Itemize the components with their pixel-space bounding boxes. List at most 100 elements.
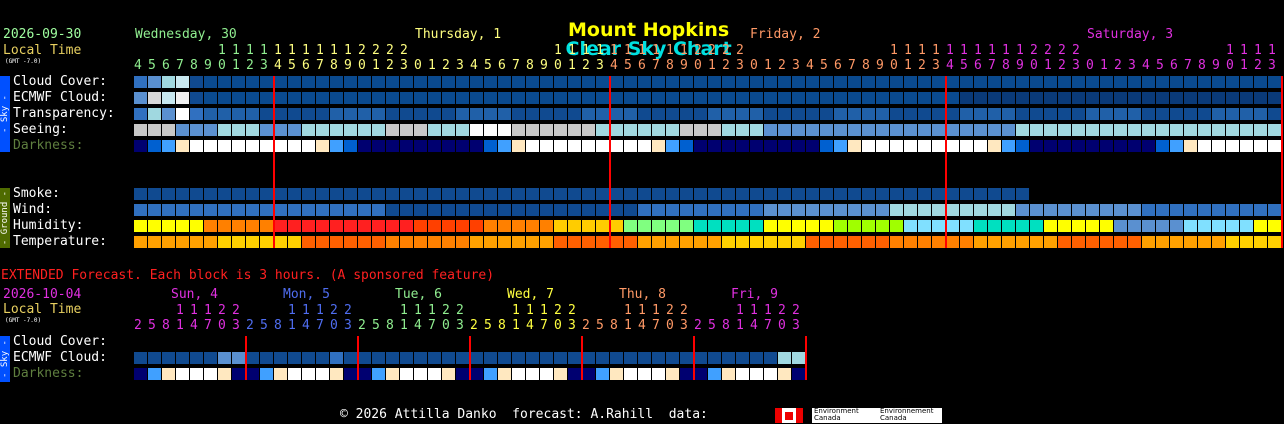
ext-hour-tens-digit: 1 [288, 303, 296, 318]
ext-hour-tens-digit: 1 [400, 303, 408, 318]
hour-tens-digit: 1 [988, 43, 996, 58]
hour-digit: 0 [694, 58, 702, 73]
cloud-cover-block [988, 76, 1001, 88]
ecmwf-cloud-block [1072, 92, 1085, 104]
humidity-block [1100, 220, 1113, 232]
ecmwf-cloud-block [1226, 92, 1239, 104]
cloud-cover-block [624, 76, 637, 88]
cloud-cover-block [1198, 76, 1211, 88]
hour-digit: 9 [1212, 58, 1220, 73]
temperature-block [190, 236, 203, 248]
hour-digit: 8 [526, 58, 534, 73]
hour-digit: 8 [1002, 58, 1010, 73]
darkness-block [1002, 140, 1015, 152]
seeing-block [316, 124, 329, 136]
transparency-block [596, 108, 609, 120]
seeing-block [442, 124, 455, 136]
wind-block [414, 204, 427, 216]
hour-digit: 3 [260, 58, 268, 73]
darkness-block [512, 140, 525, 152]
seeing-block [176, 124, 189, 136]
ext-darkness-block [134, 368, 147, 380]
hour-digit: 6 [498, 58, 506, 73]
hour-digit: 3 [400, 58, 408, 73]
ecmwf-cloud-block [960, 92, 973, 104]
transparency-block [918, 108, 931, 120]
cloud-cover-block [750, 76, 763, 88]
darkness-block [694, 140, 707, 152]
smoke-block [302, 188, 315, 200]
ext-hour-digit: 2 [134, 318, 142, 333]
cloud-cover-block [652, 76, 665, 88]
ext-hour-digit: 8 [498, 318, 506, 333]
wind-block [1072, 204, 1085, 216]
darkness-block [162, 140, 175, 152]
humidity-block [484, 220, 497, 232]
cloud-cover-block [1100, 76, 1113, 88]
humidity-block [232, 220, 245, 232]
ecmwf-cloud-block [1086, 92, 1099, 104]
ext-hour-digit: 0 [218, 318, 226, 333]
cloud-cover-block [176, 76, 189, 88]
humidity-block [428, 220, 441, 232]
wind-block [610, 204, 623, 216]
wind-block [400, 204, 413, 216]
ext-hour-digit: 8 [274, 318, 282, 333]
hour-tens-digit: 1 [918, 43, 926, 58]
temperature-block [148, 236, 161, 248]
ext-hour-tens-digit: 1 [652, 303, 660, 318]
ecmwf-cloud-block [708, 92, 721, 104]
darkness-block [372, 140, 385, 152]
ecmwf-cloud-block [1128, 92, 1141, 104]
ext-hour-digit: 1 [288, 318, 296, 333]
transparency-block [904, 108, 917, 120]
darkness-block [1128, 140, 1141, 152]
transparency-block [778, 108, 791, 120]
temperature-block [1226, 236, 1239, 248]
ext-hour-digit: 2 [470, 318, 478, 333]
cloud-cover-block [848, 76, 861, 88]
wind-block [358, 204, 371, 216]
smoke-block [428, 188, 441, 200]
ecmwf-cloud-block [1002, 92, 1015, 104]
wind-block [1268, 204, 1281, 216]
smoke-block [218, 188, 231, 200]
seeing-block [960, 124, 973, 136]
darkness-block [302, 140, 315, 152]
seeing-block [344, 124, 357, 136]
ecmwf-cloud-block [386, 92, 399, 104]
wind-block [890, 204, 903, 216]
darkness-block [582, 140, 595, 152]
smoke-block [652, 188, 665, 200]
temperature-block [904, 236, 917, 248]
wind-block [750, 204, 763, 216]
ext-ecmwf-block [694, 352, 707, 364]
temperature-block [1100, 236, 1113, 248]
seeing-block [722, 124, 735, 136]
ext-hour-digit: 7 [652, 318, 660, 333]
seeing-block [638, 124, 651, 136]
darkness-block [1016, 140, 1029, 152]
ecmwf-cloud-block [190, 92, 203, 104]
smoke-block [736, 188, 749, 200]
darkness-block [1072, 140, 1085, 152]
wind-block [974, 204, 987, 216]
ext-hour-digit: 4 [526, 318, 534, 333]
temperature-block [386, 236, 399, 248]
transparency-block [162, 108, 175, 120]
ecmwf-cloud-block [988, 92, 1001, 104]
cloud-cover-block [834, 76, 847, 88]
darkness-block [456, 140, 469, 152]
ecmwf-cloud-block [274, 92, 287, 104]
ecmwf-cloud-block [372, 92, 385, 104]
temperature-block [1212, 236, 1225, 248]
smoke-block [330, 188, 343, 200]
temperature-block [134, 236, 147, 248]
temperature-block [960, 236, 973, 248]
temperature-block [554, 236, 567, 248]
seeing-block [1114, 124, 1127, 136]
ext-midnight-line [693, 336, 695, 380]
transparency-block [834, 108, 847, 120]
temperature-block [246, 236, 259, 248]
temperature-block [610, 236, 623, 248]
